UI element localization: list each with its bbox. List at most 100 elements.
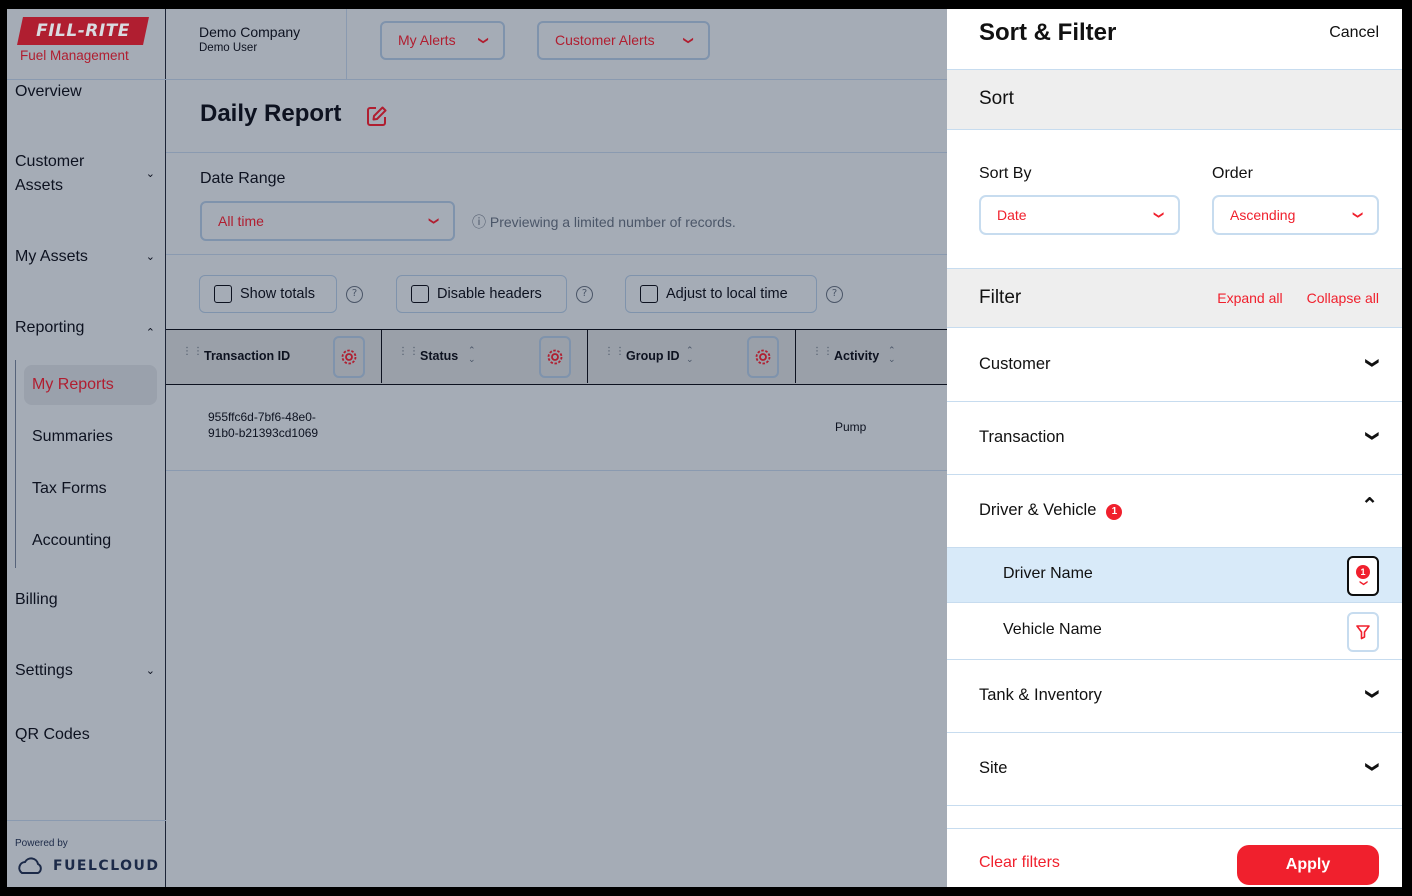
vehicle-name-filter-button[interactable]	[1347, 612, 1379, 652]
adjust-local-time-checkbox[interactable]: Adjust to local time	[625, 275, 817, 313]
fill-rite-logo[interactable]: FILL-RITE Fuel Management	[7, 9, 166, 80]
column-settings-button[interactable]	[747, 336, 779, 378]
sidebar-subitem-accounting[interactable]: Accounting	[24, 521, 157, 561]
help-icon[interactable]: ?	[826, 286, 843, 303]
preview-note: ⓘ Previewing a limited number of records…	[472, 214, 736, 230]
apply-button[interactable]: Apply	[1237, 845, 1379, 885]
fuelcloud-logo: FUELCLOUD	[15, 857, 160, 875]
cancel-button[interactable]: Cancel	[1329, 24, 1379, 42]
expand-all-link[interactable]: Expand all	[1217, 290, 1282, 306]
filter-group-customer[interactable]: Customer ❯	[947, 329, 1402, 402]
sidebar-item-reporting[interactable]: Reporting ⌃	[15, 316, 155, 340]
sort-filter-panel: Sort & Filter Cancel Sort Sort By Date ❯…	[947, 9, 1402, 887]
driver-name-filter-toggle[interactable]: 1 ❯	[1347, 556, 1379, 596]
sort-icon[interactable]: ⌃ ⌄	[468, 347, 476, 365]
customer-alerts-button[interactable]: Customer Alerts ❯	[537, 21, 710, 60]
filter-group-driver-vehicle[interactable]: Driver & Vehicle 1 ⌃	[947, 475, 1402, 547]
active-filter-count-badge: 1	[1106, 504, 1123, 520]
filter-count-badge: 1	[1356, 565, 1370, 579]
chevron-down-icon: ⌄	[145, 665, 155, 677]
sidebar-subitem-tax-forms[interactable]: Tax Forms	[24, 469, 157, 509]
chevron-down-icon: ❯	[1365, 688, 1381, 700]
my-alerts-button[interactable]: My Alerts ❯	[380, 21, 505, 60]
chevron-down-icon: ❯	[1365, 430, 1381, 442]
chevron-down-icon: ❯	[1358, 579, 1368, 587]
filter-field-driver-name[interactable]: Driver Name 1 ❯	[947, 547, 1402, 603]
chevron-down-icon: ❯	[427, 216, 439, 226]
app-window: FILL-RITE Fuel Management Overview Custo…	[7, 9, 1402, 887]
chevron-down-icon: ❯	[1351, 210, 1363, 220]
sidebar-item-qr-codes[interactable]: QR Codes	[15, 723, 155, 747]
chevron-down-icon: ❯	[477, 36, 489, 45]
date-range-label: Date Range	[200, 170, 286, 187]
date-range-select[interactable]: All time ❯	[200, 201, 455, 241]
powered-by-footer: Powered by FUELCLOUD	[7, 820, 166, 887]
column-header-group-id[interactable]: ⋮⋮ Group ID ⌃ ⌄	[588, 330, 796, 383]
sidebar-item-overview[interactable]: Overview	[15, 80, 155, 104]
column-settings-button[interactable]	[333, 336, 365, 378]
chevron-up-icon: ⌃	[145, 327, 155, 339]
chevron-down-icon: ❯	[1365, 761, 1381, 773]
chevron-down-icon: ❯	[1152, 210, 1164, 220]
sort-icon[interactable]: ⌃ ⌄	[888, 347, 896, 365]
column-header-status[interactable]: ⋮⋮ Status ⌃ ⌄	[382, 330, 588, 383]
filter-group-transaction[interactable]: Transaction ❯	[947, 402, 1402, 475]
sort-section-header: Sort	[947, 70, 1402, 130]
company-name: Demo Company	[199, 24, 301, 40]
divider	[346, 9, 347, 80]
main-app-overlay[interactable]: FILL-RITE Fuel Management Overview Custo…	[7, 9, 947, 887]
edit-icon[interactable]	[366, 105, 388, 127]
checkbox-icon	[411, 285, 429, 303]
filter-icon	[1356, 625, 1370, 640]
logo-badge: FILL-RITE	[17, 17, 149, 45]
gear-icon	[341, 349, 357, 365]
column-settings-button[interactable]	[539, 336, 571, 378]
sidebar: FILL-RITE Fuel Management Overview Custo…	[7, 9, 166, 887]
panel-header: Sort & Filter Cancel	[947, 9, 1402, 70]
drag-handle-icon[interactable]: ⋮⋮	[604, 347, 626, 357]
sort-icon[interactable]: ⌃ ⌄	[686, 347, 694, 365]
collapse-all-link[interactable]: Collapse all	[1307, 290, 1379, 306]
sort-by-select[interactable]: Date ❯	[979, 195, 1180, 235]
gear-icon	[547, 349, 563, 365]
drag-handle-icon[interactable]: ⋮⋮	[398, 347, 420, 357]
info-icon: ⓘ	[472, 214, 490, 230]
filter-group-tank-inventory[interactable]: Tank & Inventory ❯	[947, 660, 1402, 733]
chevron-down-icon: ⌄	[145, 251, 155, 263]
page-header: Daily Report	[166, 81, 947, 153]
sort-by-label: Sort By	[979, 165, 1032, 182]
cloud-icon	[18, 857, 42, 874]
chevron-down-icon: ⌄	[145, 168, 155, 180]
sidebar-item-customer-assets[interactable]: Customer Assets ⌄	[15, 150, 155, 198]
table-row[interactable]: 955ffc6d-7bf6-48e0- 91b0-b21393cd1069 Pu…	[166, 385, 947, 471]
sidebar-item-billing[interactable]: Billing	[15, 588, 155, 612]
page-title: Daily Report	[200, 100, 342, 127]
clear-filters-button[interactable]: Clear filters	[979, 854, 1060, 872]
drag-handle-icon[interactable]: ⋮⋮	[812, 347, 834, 357]
sidebar-subitem-summaries[interactable]: Summaries	[24, 417, 157, 457]
filter-section-header: Filter Expand all Collapse all	[947, 268, 1402, 328]
submenu-rail	[15, 360, 16, 568]
sidebar-item-settings[interactable]: Settings ⌄	[15, 659, 155, 683]
filter-field-vehicle-name[interactable]: Vehicle Name	[947, 604, 1402, 660]
drag-handle-icon[interactable]: ⋮⋮	[182, 347, 204, 357]
top-bar: Demo Company Demo User My Alerts ❯ Custo…	[166, 9, 947, 80]
checkbox-icon	[214, 285, 232, 303]
disable-headers-checkbox[interactable]: Disable headers	[396, 275, 567, 313]
transaction-id-cell: 955ffc6d-7bf6-48e0- 91b0-b21393cd1069	[208, 410, 319, 440]
filter-group-site[interactable]: Site ❯	[947, 733, 1402, 806]
account-info[interactable]: Demo Company Demo User	[199, 24, 300, 54]
column-header-activity[interactable]: ⋮⋮ Activity ⌃ ⌄	[796, 330, 947, 383]
chevron-down-icon: ❯	[1365, 357, 1381, 369]
help-icon[interactable]: ?	[346, 286, 363, 303]
sidebar-item-my-assets[interactable]: My Assets ⌄	[15, 245, 155, 269]
column-header-transaction-id[interactable]: ⋮⋮ Transaction ID	[166, 330, 382, 383]
order-select[interactable]: Ascending ❯	[1212, 195, 1379, 235]
logo-subtitle: Fuel Management	[20, 48, 129, 63]
help-icon[interactable]: ?	[576, 286, 593, 303]
activity-cell: Pump	[835, 420, 867, 434]
show-totals-checkbox[interactable]: Show totals	[199, 275, 337, 313]
chevron-up-icon: ⌃	[1361, 495, 1378, 517]
sidebar-subitem-my-reports[interactable]: My Reports	[24, 365, 157, 405]
table-header: ⋮⋮ Transaction ID ⋮⋮ Status ⌃ ⌄ ⋮⋮ Group…	[166, 329, 947, 385]
